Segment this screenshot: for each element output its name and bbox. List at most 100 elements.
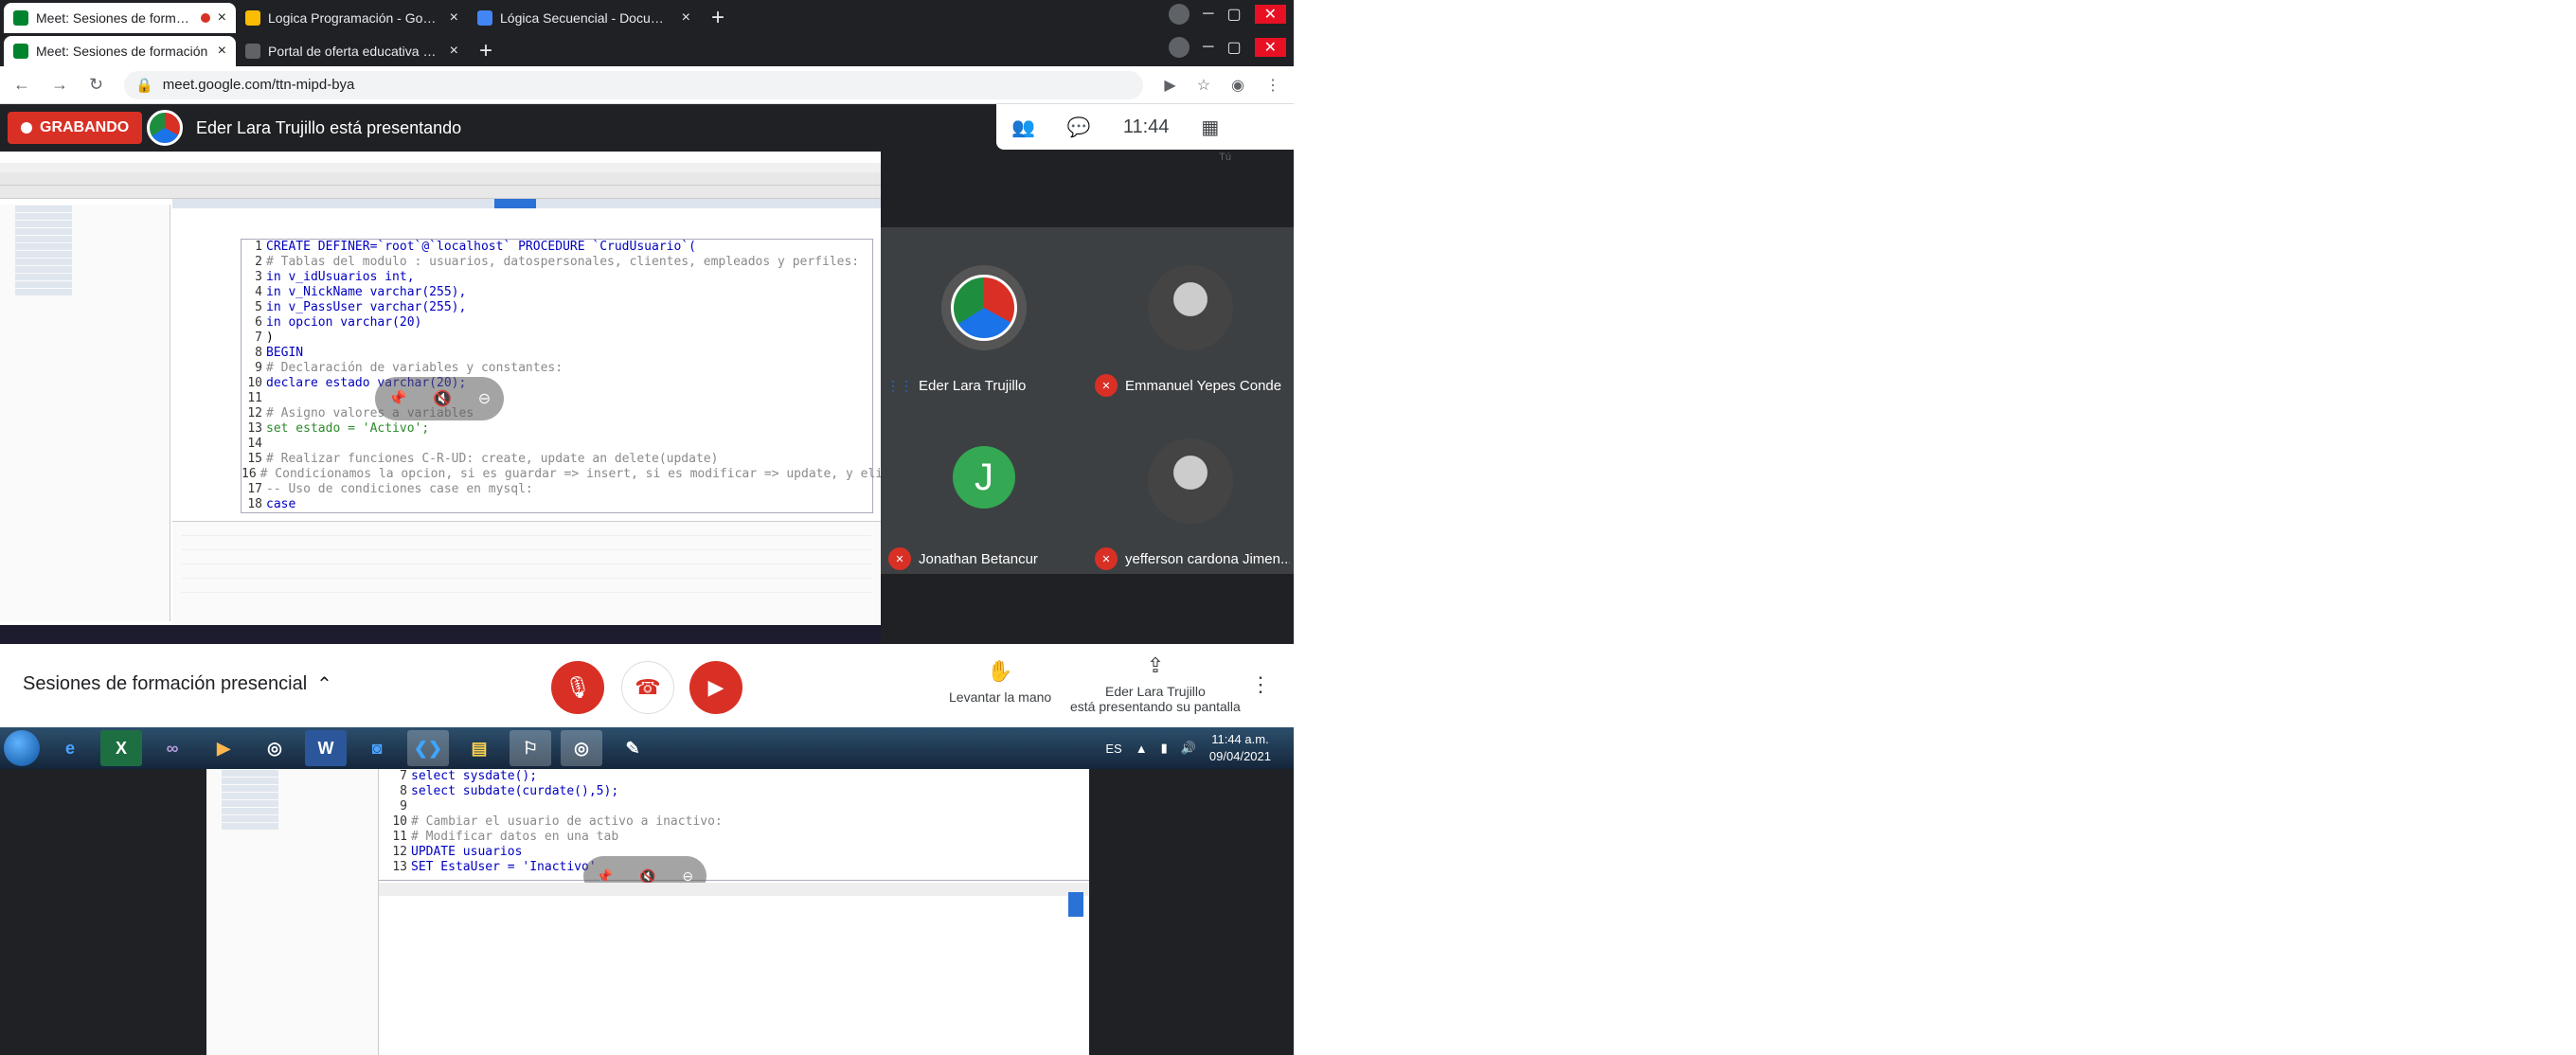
paint-icon[interactable]: ✎ <box>612 730 653 766</box>
pin-icon[interactable]: 📌 <box>388 389 407 408</box>
excel-icon[interactable]: X <box>100 730 142 766</box>
wb-tab[interactable] <box>222 199 263 208</box>
tree-item <box>15 281 72 288</box>
mute-icon[interactable]: 🔇 <box>639 868 655 885</box>
mysql-workbench-icon[interactable]: ⚐ <box>510 730 551 766</box>
wb-tab-active[interactable] <box>494 199 536 208</box>
sql-editor[interactable]: 1 CREATE DEFINER=`root`@`localhost` PROCE… <box>241 239 881 513</box>
volume-icon[interactable]: 🔊 <box>1181 741 1196 756</box>
profile-icon[interactable]: ◉ <box>1231 76 1244 95</box>
new-tab-button[interactable]: + <box>468 36 504 66</box>
start-button[interactable] <box>4 730 40 766</box>
output-row <box>182 567 871 579</box>
menu-kebab-icon[interactable]: ⋮ <box>1265 76 1280 95</box>
language-indicator[interactable]: ES <box>1105 742 1121 756</box>
participant-tile[interactable]: J ✕ Jonathan Betancur <box>881 401 1087 574</box>
profile-icon[interactable] <box>1169 37 1190 58</box>
tab-google-docs[interactable]: Lógica Secuencial - Documento × <box>468 3 700 33</box>
raise-hand-button[interactable]: ✋ Levantar la mano <box>949 659 1051 705</box>
remove-icon[interactable]: ⊖ <box>478 389 491 408</box>
recording-indicator-icon <box>200 13 210 23</box>
meeting-details[interactable]: Sesiones de formación presencial ⌃ <box>23 672 332 696</box>
present-now-button[interactable]: ⇪ Eder Lara Trujillo está presentando su… <box>1070 653 1241 714</box>
wb-tab[interactable] <box>585 199 627 208</box>
close-tab-icon[interactable]: × <box>218 9 226 27</box>
presenter-info: Eder Lara Trujillo está presentando <box>147 110 461 146</box>
zoom-icon[interactable]: ◙ <box>356 730 398 766</box>
visual-studio-icon[interactable]: ∞ <box>152 730 193 766</box>
code-line: 14 <box>247 437 262 451</box>
tab-meet-secondary[interactable]: Meet: Sesiones de formación × <box>4 36 236 66</box>
wb-tab[interactable] <box>358 199 400 208</box>
side-panel-toggle[interactable] <box>1068 892 1083 917</box>
presenting-status-line1: Eder Lara Trujillo <box>1104 684 1206 699</box>
record-dot-icon <box>21 122 32 134</box>
close-window-icon[interactable]: ✕ <box>1254 5 1286 24</box>
clock-time: 11:44 a.m. <box>1211 732 1269 746</box>
close-tab-icon[interactable]: × <box>682 9 690 27</box>
people-icon[interactable]: 👥 <box>1011 116 1035 139</box>
back-icon[interactable]: ← <box>13 75 30 95</box>
mic-toggle-button[interactable]: 🎙 <box>551 661 604 714</box>
code-line: 3 in v_idUsuarios int, <box>255 270 415 284</box>
vscode-icon[interactable]: ❮❯ <box>407 730 449 766</box>
maximize-icon[interactable]: ▢ <box>1226 5 1241 24</box>
bookmark-star-icon[interactable]: ☆ <box>1197 76 1210 95</box>
minimize-icon[interactable]: ─ <box>1203 39 1213 56</box>
tab-sena-portal[interactable]: Portal de oferta educativa SENA × <box>236 36 468 66</box>
close-tab-icon[interactable]: × <box>450 43 458 60</box>
participant-tile[interactable]: ✕ yefferson cardona Jimen... <box>1087 401 1294 574</box>
participant-avatar <box>1148 265 1233 350</box>
participant-name: ✕ yefferson cardona Jimen... <box>1095 547 1290 570</box>
forward-icon[interactable]: → <box>51 75 68 95</box>
close-window-icon[interactable]: ✕ <box>1254 38 1286 57</box>
tab-meet[interactable]: Meet: Sesiones de formación × <box>4 3 236 33</box>
file-explorer-icon[interactable]: ▤ <box>458 730 500 766</box>
leave-call-button[interactable]: ☎ <box>621 661 674 714</box>
output-row <box>182 525 871 536</box>
wb-tab[interactable] <box>449 199 491 208</box>
internet-explorer-icon[interactable]: e <box>49 730 91 766</box>
tree-item <box>222 770 278 777</box>
self-view-icon[interactable]: ▦ <box>1201 116 1219 139</box>
tree-item <box>15 259 72 265</box>
participant-tile[interactable]: ✕ Emmanuel Yepes Conde <box>1087 227 1294 401</box>
remove-icon[interactable]: ⊖ <box>682 868 693 885</box>
tree-item <box>15 289 72 295</box>
camera-toggle-button[interactable]: ▶ <box>689 661 742 714</box>
tray-expand-icon[interactable]: ▲ <box>1136 742 1148 756</box>
more-options-icon[interactable]: ⋮ <box>1250 672 1271 697</box>
url-field[interactable]: 🔒 meet.google.com/ttn-mipd-bya <box>124 70 1144 99</box>
participant-tile[interactable]: ⋮⋮ Eder Lara Trujillo <box>881 227 1087 401</box>
profile-icon[interactable] <box>1169 4 1190 25</box>
pin-icon[interactable]: 📌 <box>597 868 613 885</box>
camera-icon[interactable]: ▶ <box>1164 76 1175 95</box>
system-tray: ES ▲ ▮ 🔊 11:44 a.m. 09/04/2021 <box>1105 731 1271 765</box>
word-icon[interactable]: W <box>305 730 347 766</box>
participant-avatar: J <box>953 446 1015 509</box>
you-label: Tú <box>1219 152 1231 163</box>
wb-tab[interactable] <box>313 199 354 208</box>
chrome-active-icon[interactable]: ◎ <box>561 730 602 766</box>
close-tab-icon[interactable]: × <box>218 43 226 60</box>
tree-item <box>222 808 278 814</box>
clock[interactable]: 11:44 a.m. 09/04/2021 <box>1209 731 1271 765</box>
sql-editor-secondary[interactable]: 7 select sysdate(); 8 select subdate(curda… <box>379 769 1089 881</box>
mute-icon[interactable]: 🔇 <box>433 389 452 408</box>
chrome-icon[interactable]: ◎ <box>254 730 295 766</box>
maximize-icon[interactable]: ▢ <box>1226 38 1241 57</box>
wb-tab[interactable] <box>540 199 581 208</box>
chat-icon[interactable]: 💬 <box>1067 116 1091 139</box>
media-player-icon[interactable]: ▶ <box>203 730 244 766</box>
meet-favicon-icon <box>13 44 28 59</box>
wb-tab[interactable] <box>176 199 218 208</box>
participant-name: ✕ Emmanuel Yepes Conde <box>1095 374 1290 397</box>
new-tab-button[interactable]: + <box>700 3 736 33</box>
reload-icon[interactable]: ↻ <box>89 75 103 95</box>
network-icon[interactable]: ▮ <box>1161 741 1168 756</box>
wb-tab[interactable] <box>267 199 309 208</box>
tab-google-drive[interactable]: Logica Programación - Google D × <box>236 3 468 33</box>
minimize-icon[interactable]: ─ <box>1203 6 1213 23</box>
close-tab-icon[interactable]: × <box>450 9 458 27</box>
wb-tab[interactable] <box>403 199 445 208</box>
